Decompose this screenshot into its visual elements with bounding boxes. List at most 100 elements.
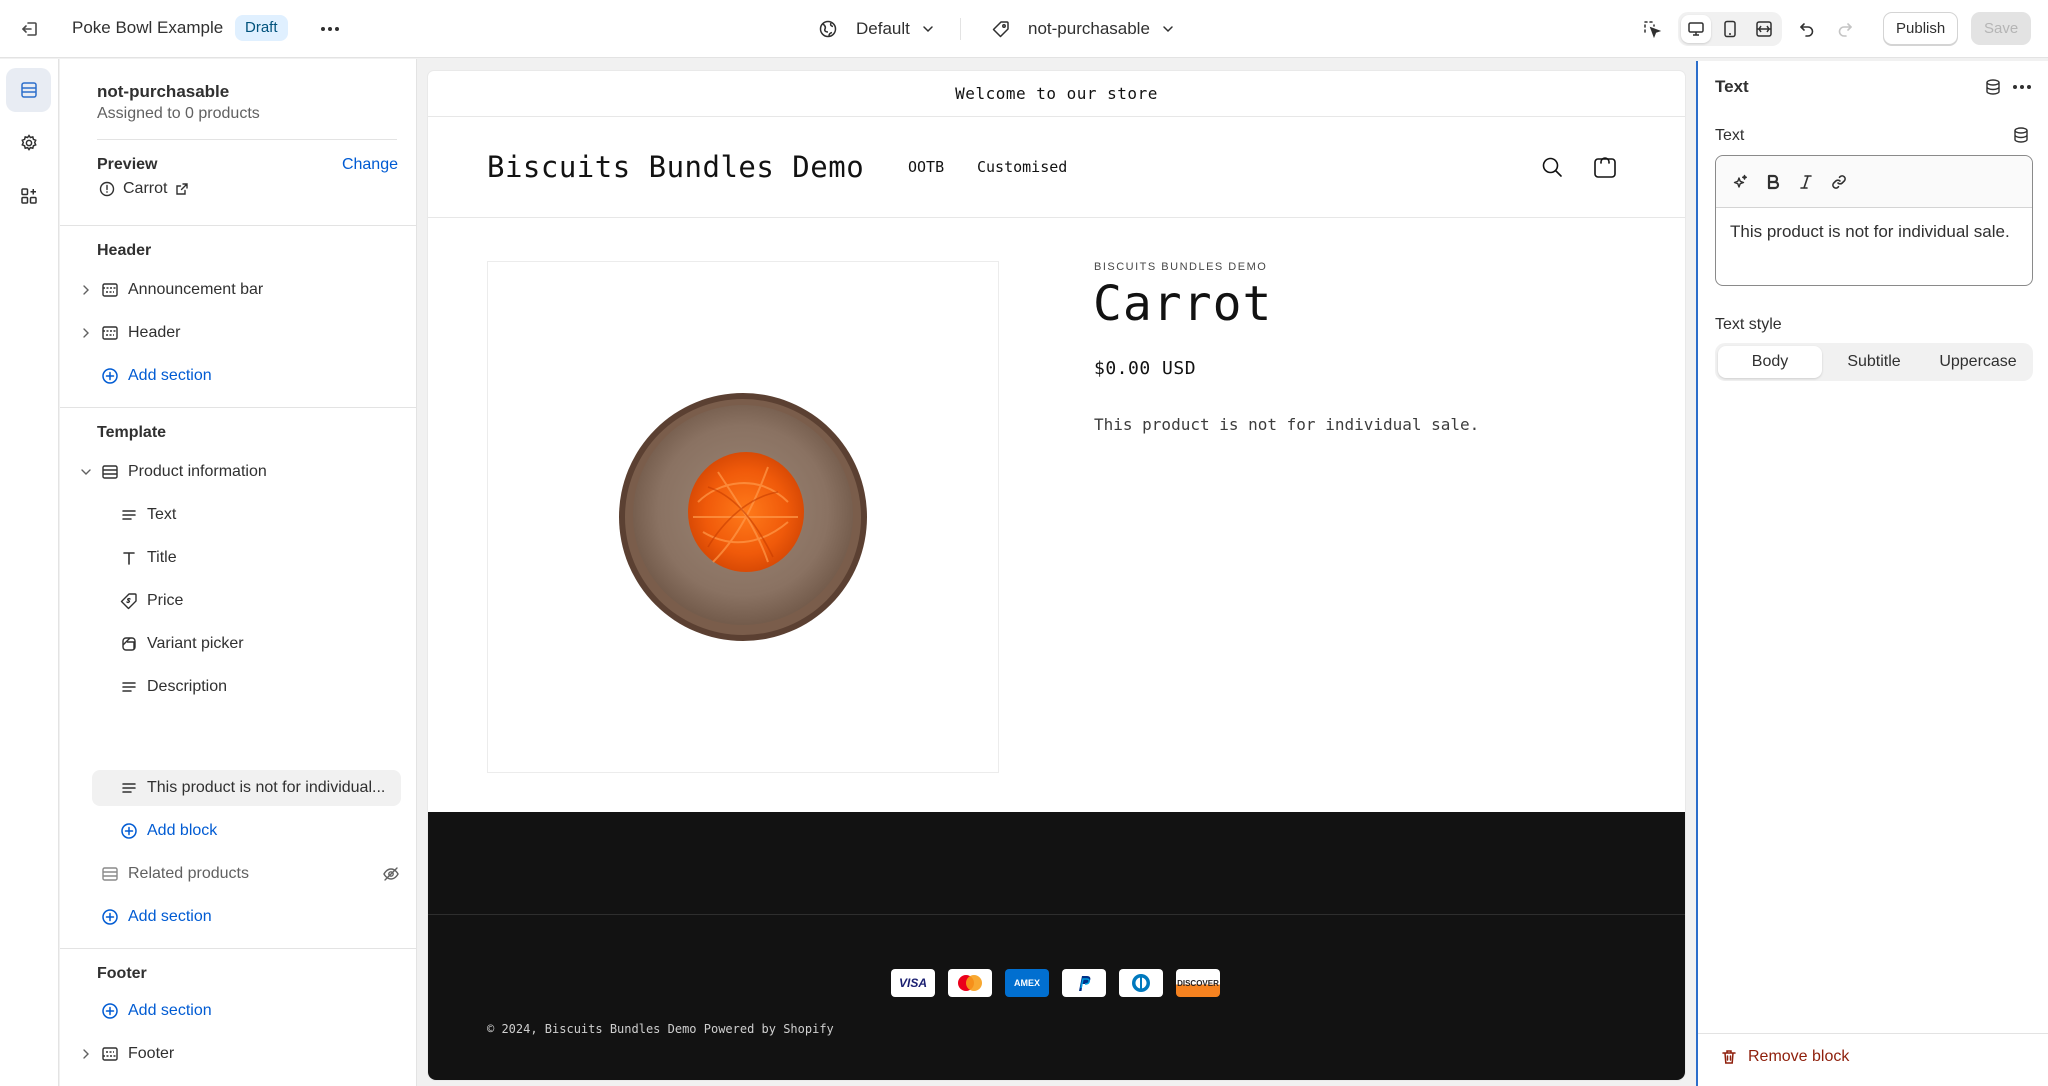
text-style-subtitle[interactable]: Subtitle <box>1822 346 1926 378</box>
nav-link-customised[interactable]: Customised <box>977 158 1067 176</box>
tree-item-announcement-bar[interactable]: Announcement bar <box>78 272 408 308</box>
eye-off-icon[interactable] <box>382 865 400 883</box>
tree-item-label: Footer <box>128 1045 175 1062</box>
visa-icon: VISA <box>891 969 935 997</box>
text-style-uppercase[interactable]: Uppercase <box>1926 346 2030 378</box>
storefront-preview: Welcome to our store Biscuits Bundles De… <box>428 71 1685 1080</box>
more-options-icon[interactable] <box>2010 75 2034 99</box>
section-icon <box>100 280 120 300</box>
footer-divider <box>428 914 1685 915</box>
nav-link-ootb[interactable]: OOTB <box>908 158 944 176</box>
chevron-right-icon[interactable] <box>78 1049 94 1059</box>
save-button[interactable]: Save <box>1971 12 2032 45</box>
add-section-template[interactable]: Add section <box>100 899 212 935</box>
cart-icon[interactable] <box>1590 152 1620 182</box>
add-block-label: Add block <box>147 822 218 839</box>
tree-item-footer[interactable]: Footer <box>78 1036 408 1072</box>
theme-selector[interactable]: Default <box>818 13 934 45</box>
section-icon <box>100 864 120 884</box>
mobile-view-icon[interactable] <box>1715 15 1745 43</box>
tag-icon <box>992 20 1010 38</box>
block-not-for-sale-text[interactable]: This product is not for individual... <box>92 770 401 806</box>
sections-icon[interactable] <box>6 68 51 112</box>
chevron-down-icon <box>922 23 934 35</box>
trash-icon <box>1720 1048 1738 1066</box>
section-icon <box>100 323 120 343</box>
undo-icon[interactable] <box>1792 15 1822 43</box>
add-section-header[interactable]: Add section <box>100 358 212 394</box>
block-variant-picker[interactable]: Variant picker <box>119 626 399 662</box>
chevron-down-icon[interactable] <box>78 468 94 476</box>
redo-icon[interactable] <box>1830 15 1860 43</box>
publish-button[interactable]: Publish <box>1883 12 1959 45</box>
more-options-icon[interactable] <box>316 16 344 42</box>
chevron-down-icon <box>1162 23 1174 35</box>
plus-circle-icon <box>100 366 120 386</box>
block-label: Variant picker <box>147 635 244 652</box>
bold-icon[interactable] <box>1759 168 1787 196</box>
search-icon[interactable] <box>1537 152 1567 182</box>
preview-heading: Preview <box>97 156 158 173</box>
add-block-button[interactable]: Add block <box>119 813 217 849</box>
discover-icon: DISCOVER <box>1176 969 1220 997</box>
tree-item-product-information[interactable]: Product information <box>78 454 408 490</box>
exit-icon[interactable] <box>17 16 43 42</box>
chevron-right-icon[interactable] <box>78 285 94 295</box>
block-text[interactable]: Text <box>119 497 399 533</box>
block-price[interactable]: Price <box>119 583 399 619</box>
block-label: Text <box>147 506 177 523</box>
inspector-icon[interactable] <box>1637 15 1667 43</box>
apps-icon[interactable] <box>6 174 51 218</box>
preview-product[interactable]: Carrot <box>99 180 189 198</box>
template-selector[interactable]: not-purchasable <box>992 13 1174 45</box>
globe-icon <box>818 19 838 39</box>
gear-icon[interactable] <box>6 121 51 165</box>
text-style-segmented-control: Body Subtitle Uppercase <box>1715 343 2033 381</box>
poke-bowl-image <box>619 393 867 641</box>
divider <box>60 948 417 949</box>
change-preview-link[interactable]: Change <box>342 156 398 174</box>
external-link-icon[interactable] <box>175 182 189 196</box>
product-price[interactable]: $0.00 USD <box>1094 358 1196 379</box>
announcement-bar[interactable]: Welcome to our store <box>428 71 1685 117</box>
text-style-body[interactable]: Body <box>1718 346 1822 378</box>
block-description[interactable]: Description <box>119 669 399 705</box>
theme-selector-label: Default <box>856 19 910 38</box>
left-rail <box>0 59 59 1086</box>
section-icon <box>100 1044 120 1064</box>
chevron-right-icon[interactable] <box>78 328 94 338</box>
text-content[interactable]: This product is not for individual sale. <box>1730 220 2020 244</box>
info-icon <box>99 181 115 197</box>
text-lines-icon <box>119 778 139 798</box>
fullwidth-view-icon[interactable] <box>1749 15 1779 43</box>
tree-item-label: Header <box>128 324 181 341</box>
store-footer: VISA AMEX DISCOVER © 2024, Biscuits Bund… <box>428 812 1685 1080</box>
ai-sparkle-icon[interactable] <box>1726 168 1754 196</box>
desktop-view-icon[interactable] <box>1681 15 1711 43</box>
product-text-block[interactable]: This product is not for individual sale. <box>1094 415 1479 434</box>
product-image[interactable] <box>487 261 999 773</box>
rich-text-editor[interactable]: This product is not for individual sale. <box>1715 155 2033 286</box>
add-section-footer[interactable]: Add section <box>100 993 212 1029</box>
text-lines-icon <box>119 505 139 525</box>
template-group-heading: Template <box>97 424 167 441</box>
block-settings-panel: Text Text This product is not for indivi… <box>1696 61 2048 1086</box>
variant-icon <box>119 634 139 654</box>
template-selector-label: not-purchasable <box>1028 19 1150 38</box>
tree-item-header[interactable]: Header <box>78 315 408 351</box>
editor-toolbar <box>1716 156 2032 208</box>
viewport-switcher <box>1678 12 1782 46</box>
store-header: Biscuits Bundles Demo OOTB Customised <box>428 118 1685 218</box>
store-logo[interactable]: Biscuits Bundles Demo <box>487 150 864 184</box>
block-title[interactable]: Title <box>119 540 399 576</box>
sections-sidebar: not-purchasable Assigned to 0 products P… <box>60 59 417 1086</box>
divider <box>1698 1033 2048 1034</box>
italic-icon[interactable] <box>1792 168 1820 196</box>
link-icon[interactable] <box>1825 168 1853 196</box>
tree-item-related-products[interactable]: Related products <box>100 856 400 892</box>
dynamic-source-icon[interactable] <box>2009 123 2033 147</box>
database-icon[interactable] <box>1981 75 2005 99</box>
mastercard-icon <box>948 969 992 997</box>
remove-block-button[interactable]: Remove block <box>1720 1048 1849 1066</box>
product-title[interactable]: Carrot <box>1093 276 1272 332</box>
